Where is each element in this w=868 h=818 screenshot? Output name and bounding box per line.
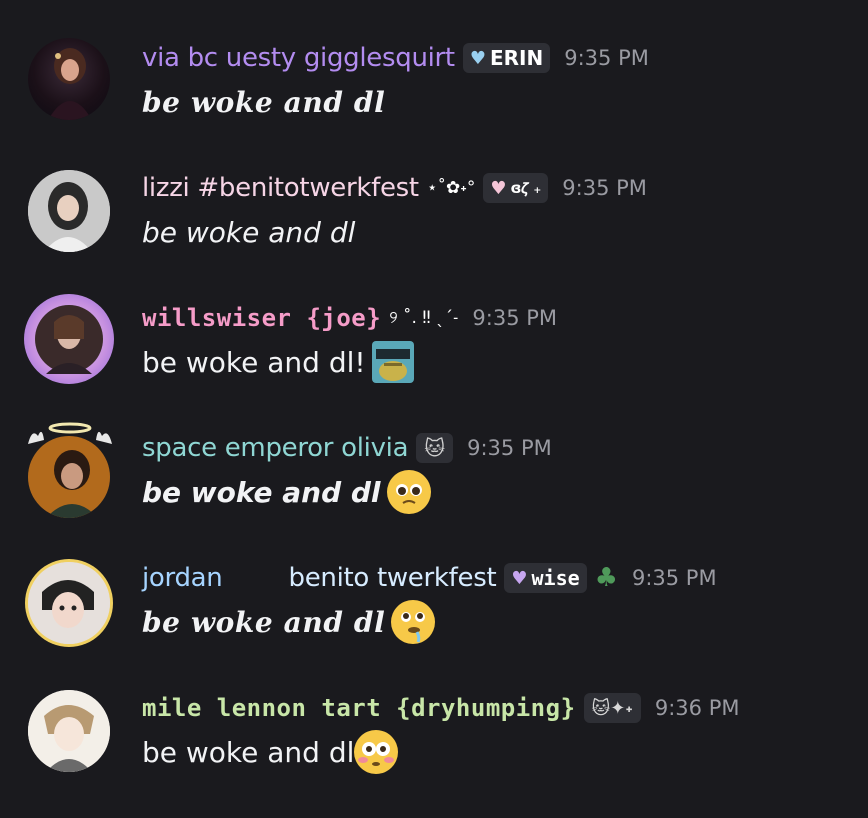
username[interactable]: space emperor olivia — [142, 433, 409, 463]
user-tag[interactable]: ♥ wise — [504, 563, 587, 593]
message-text: be woke and dl! — [142, 345, 366, 379]
username-extra: benito twerkfest — [288, 563, 497, 593]
angel-halo-decoration — [28, 422, 112, 444]
user-tag[interactable]: 🐱✦˖ — [583, 693, 641, 723]
heart-icon: ♥ — [490, 177, 507, 199]
message: willswiser {joe} ୨ ˚. ‼︎ ˎˊ˗ 9:35 PM be … — [0, 294, 868, 428]
heart-icon: ♥ — [511, 567, 528, 589]
message: mile lennon tart {dryhumping} 🐱✦˖ 9:36 P… — [0, 688, 868, 818]
message: via bc uesty gigglesquirt ♥ ERIN 9:35 PM… — [0, 38, 868, 168]
message-text: be woke and dl — [142, 475, 381, 509]
avatar-image — [28, 170, 110, 252]
message-text: be woke and dl — [142, 735, 355, 769]
message-text: be woke and dl — [142, 85, 386, 119]
avatar[interactable] — [28, 690, 110, 772]
avatar-image — [48, 48, 92, 120]
timestamp[interactable]: 9:35 PM — [632, 566, 717, 590]
avatar[interactable] — [24, 294, 114, 384]
username-decoration: ⋆˚✿˖° — [426, 178, 476, 198]
tag-text: ERIN — [489, 46, 544, 70]
timestamp[interactable]: 9:35 PM — [472, 306, 557, 330]
message: jordan benito twerkfest ♥ wise ♣ 9:35 PM… — [0, 558, 868, 688]
cool-frog-sticker[interactable] — [371, 341, 414, 383]
timestamp[interactable]: 9:35 PM — [467, 436, 552, 460]
avatar-image — [28, 562, 110, 644]
cat-sparkles-icon: 🐱✦˖ — [591, 697, 633, 719]
user-tag[interactable]: 🐱 — [416, 433, 454, 463]
avatar-image — [35, 305, 103, 374]
user-tag[interactable]: ♥ ɞ𝜁 ₊ — [483, 173, 549, 203]
avatar[interactable] — [28, 170, 110, 252]
username[interactable]: mile lennon tart {dryhumping} — [142, 694, 576, 722]
timestamp[interactable]: 9:35 PM — [562, 176, 647, 200]
avatar[interactable] — [28, 562, 110, 644]
username[interactable]: jordan — [142, 563, 223, 593]
message-text: be woke and dl — [142, 215, 356, 249]
avatar[interactable] — [28, 38, 110, 120]
clover-heart-icon: ♣ — [594, 563, 618, 593]
cat-icon: 🐱 — [424, 436, 446, 460]
message-text: be woke and dl — [142, 605, 386, 639]
tag-text: ɞ𝜁 ₊ — [510, 179, 542, 197]
user-tag[interactable]: ♥ ERIN — [462, 43, 551, 73]
tag-text: wise — [531, 566, 580, 590]
timestamp[interactable]: 9:35 PM — [564, 46, 649, 70]
drooling-face-emoji[interactable] — [391, 600, 436, 644]
flushed-face-emoji[interactable] — [354, 730, 399, 774]
message: space emperor olivia 🐱 9:35 PM be woke a… — [0, 422, 868, 558]
timestamp[interactable]: 9:36 PM — [655, 696, 740, 720]
username-decoration: ୨ ˚. ‼︎ ˎˊ˗ — [389, 308, 459, 328]
avatar-image — [28, 690, 110, 772]
pleading-face-emoji[interactable] — [386, 470, 431, 514]
username[interactable]: willswiser {joe} — [142, 304, 381, 332]
username[interactable]: via bc uesty gigglesquirt — [142, 43, 455, 73]
heart-icon: ♥ — [469, 47, 486, 69]
message: lizzi #benitotwerkfest ⋆˚✿˖° ♥ ɞ𝜁 ₊ 9:35… — [0, 168, 868, 298]
username[interactable]: lizzi #benitotwerkfest — [142, 173, 419, 203]
